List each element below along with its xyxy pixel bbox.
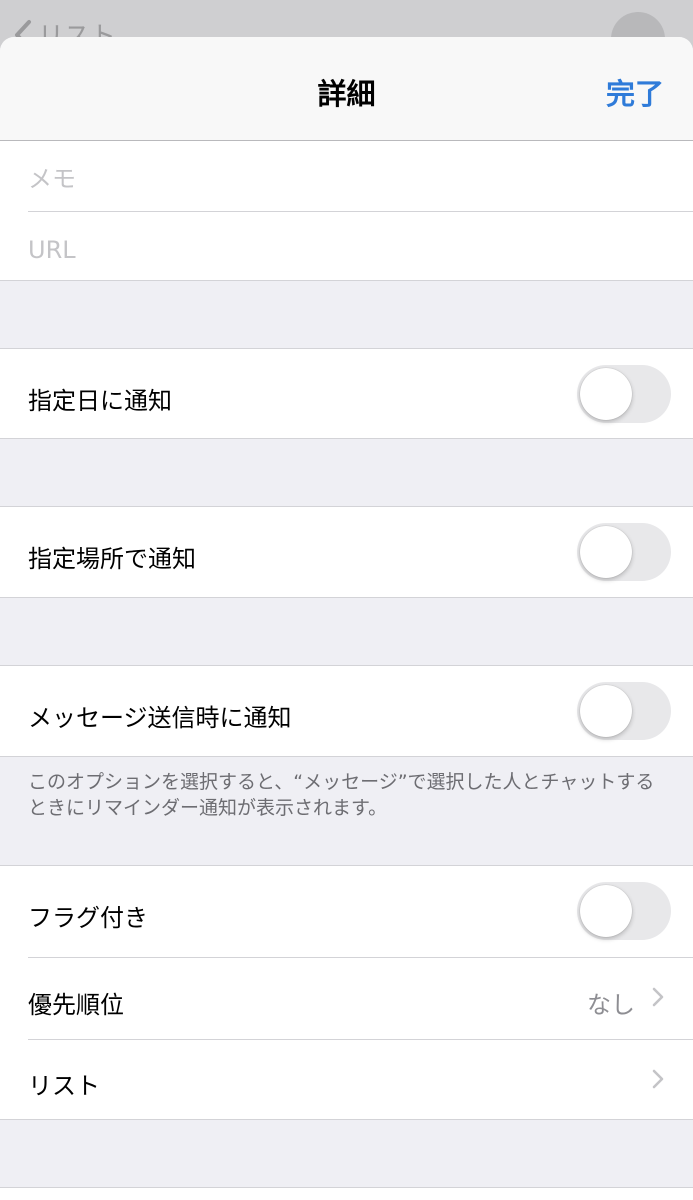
chevron-right-icon: [652, 987, 664, 1007]
divider: [28, 211, 693, 212]
flag-row: フラグ付き: [0, 866, 693, 957]
chevron-right-icon: [652, 1069, 664, 1089]
memo-field[interactable]: [28, 159, 668, 199]
toggle-knob: [580, 368, 632, 420]
next-group: [0, 1187, 693, 1200]
notes-group: [0, 141, 693, 281]
location-alert-toggle[interactable]: [577, 523, 671, 581]
message-alert-group: メッセージ送信時に通知: [0, 665, 693, 757]
priority-row[interactable]: 優先順位 なし: [0, 958, 693, 1039]
location-alert-group: 指定場所で通知: [0, 506, 693, 598]
message-alert-footnote: このオプションを選択すると、“メッセージ”で選択した人とチャットするときにリマイ…: [28, 771, 655, 819]
flag-toggle[interactable]: [577, 882, 671, 940]
done-button[interactable]: 完了: [606, 71, 664, 113]
location-alert-label: 指定場所で通知: [28, 545, 196, 573]
nav-bar: 詳細 完了: [0, 37, 693, 141]
list-row[interactable]: リスト: [0, 1040, 693, 1121]
toggle-knob: [580, 885, 632, 937]
flag-label: フラグ付き: [28, 904, 148, 932]
date-alert-label: 指定日に通知: [28, 387, 172, 415]
page-title: 詳細: [317, 77, 376, 111]
date-alert-group: 指定日に通知: [0, 348, 693, 439]
detail-sheet: 詳細 完了 指定日に通知 指定場所で通知 メッセージ送信時に通知 このオプション…: [0, 37, 693, 1200]
message-alert-toggle[interactable]: [577, 682, 671, 740]
toggle-knob: [580, 685, 632, 737]
list-label: リスト: [28, 1072, 100, 1100]
details-group: フラグ付き 優先順位 なし リスト: [0, 865, 693, 1120]
url-field[interactable]: [28, 230, 668, 270]
toggle-knob: [580, 526, 632, 578]
priority-value: なし: [587, 991, 635, 1019]
message-alert-label: メッセージ送信時に通知: [28, 704, 292, 732]
priority-label: 優先順位: [28, 991, 124, 1019]
date-alert-toggle[interactable]: [577, 365, 671, 423]
